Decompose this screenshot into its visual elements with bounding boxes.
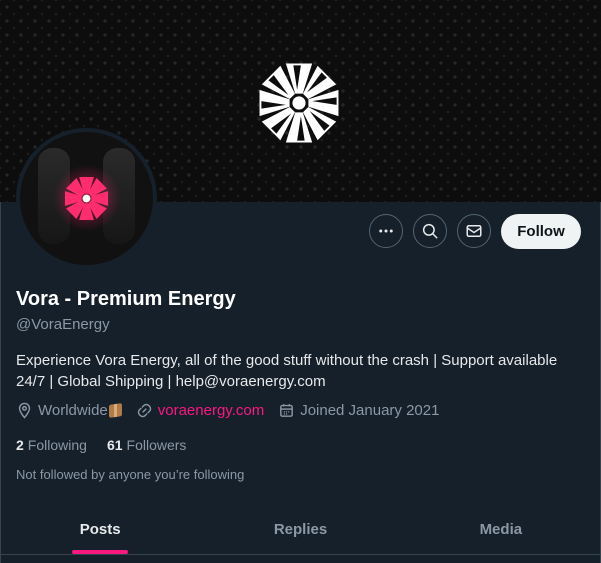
- tab-replies[interactable]: Replies: [200, 504, 400, 554]
- tab-posts[interactable]: Posts: [0, 504, 200, 554]
- following-count: 2: [16, 437, 24, 453]
- following-link[interactable]: 2 Following: [16, 437, 87, 453]
- profile-tabs: Posts Replies Media: [0, 504, 601, 554]
- follow-stats: 2 Following 61 Followers: [16, 437, 206, 453]
- mail-icon: [466, 225, 482, 237]
- profile-name: Vora - Premium Energy: [16, 288, 236, 310]
- joined-text: Joined January 2021: [300, 402, 440, 419]
- followers-label: Followers: [126, 437, 187, 453]
- vora-logo-icon: [64, 176, 109, 221]
- location-text: Worldwide: [38, 402, 108, 419]
- more-horizontal-icon: [379, 229, 393, 233]
- search-button[interactable]: [413, 214, 447, 248]
- search-icon: [422, 223, 438, 239]
- website-item: voraenergy.com: [136, 402, 264, 419]
- calendar-icon: [280, 404, 294, 417]
- website-link[interactable]: voraenergy.com: [158, 402, 264, 419]
- following-label: Following: [27, 437, 87, 453]
- profile-handle: @VoraEnergy: [16, 316, 110, 333]
- follow-button[interactable]: Follow: [501, 214, 581, 249]
- tabs-divider: [0, 554, 601, 555]
- followers-link[interactable]: 61 Followers: [107, 437, 186, 453]
- more-button[interactable]: [369, 214, 403, 248]
- tab-label: Replies: [273, 520, 328, 538]
- message-button[interactable]: [457, 214, 491, 248]
- location-item: Worldwide: [16, 402, 122, 419]
- joined-item: Joined January 2021: [278, 402, 439, 419]
- location-pin-icon: [18, 402, 31, 419]
- profile-bio: Experience Vora Energy, all of the good …: [16, 352, 558, 390]
- followers-count: 61: [106, 437, 123, 453]
- tab-label: Media: [479, 520, 523, 538]
- profile-avatar[interactable]: [16, 128, 157, 269]
- vora-logo-icon: [259, 63, 339, 143]
- tab-label: Posts: [79, 520, 121, 538]
- link-icon: [137, 403, 151, 418]
- package-icon: [108, 403, 122, 418]
- tab-media[interactable]: Media: [401, 504, 601, 554]
- social-context: Not followed by anyone you’re following: [16, 467, 245, 482]
- profile-meta: Worldwide voraenergy.com Joined January …: [16, 402, 453, 419]
